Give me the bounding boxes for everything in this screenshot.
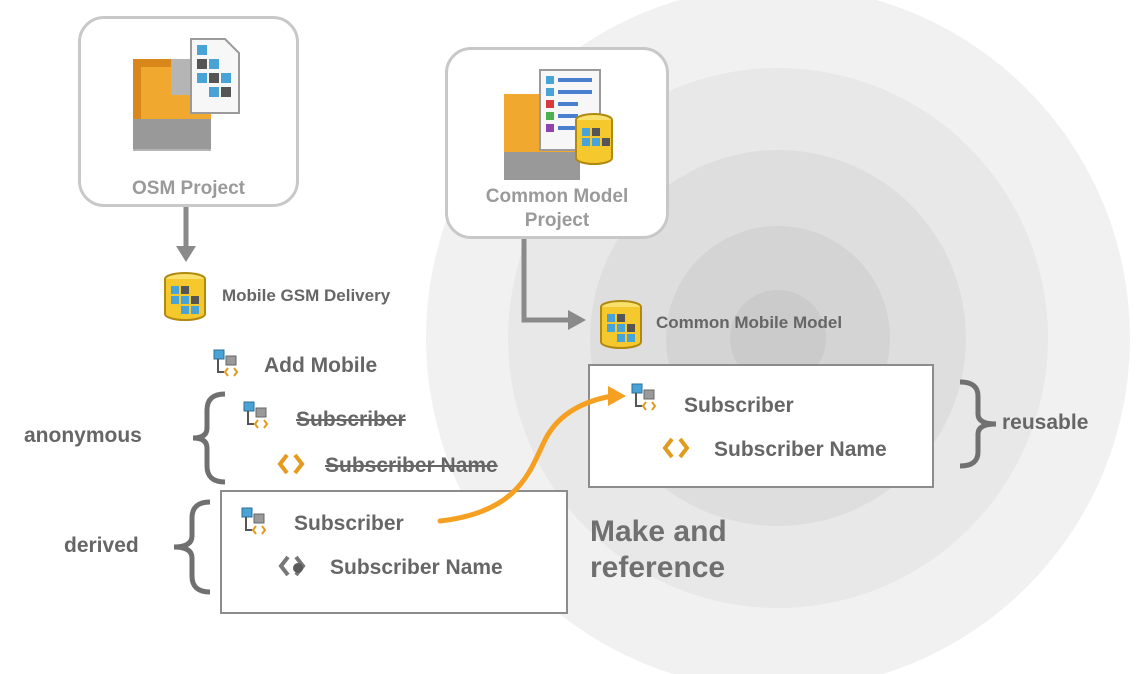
reusable-brace-label: reusable: [1002, 411, 1089, 434]
reusable-box[interactable]: Subscriber Subscriber Name: [588, 364, 934, 488]
derived-box[interactable]: Subscriber Subscriber Name: [220, 490, 568, 614]
osm-project-label: OSM Project: [132, 178, 245, 199]
common-model-project-card[interactable]: Common Model Project: [445, 47, 669, 239]
structure-icon: [213, 349, 239, 377]
anonymous-brace-label: anonymous: [24, 424, 142, 447]
reusable-subscriber-name-label: Subscriber Name: [714, 438, 887, 461]
common-model-project-label-line2: Project: [524, 210, 590, 231]
reusable-subscriber-label: Subscriber: [684, 394, 794, 417]
derived-subscriber-name-label: Subscriber Name: [330, 556, 503, 579]
derived-element-icon: [278, 555, 306, 577]
structure-icon: [631, 383, 657, 411]
derived-subscriber-label: Subscriber: [294, 512, 404, 535]
osm-project-card[interactable]: OSM Project: [78, 16, 299, 207]
derived-brace-label: derived: [64, 534, 139, 557]
database-icon: [600, 300, 642, 349]
callout-line2: reference: [590, 551, 726, 584]
element-icon: [662, 437, 690, 459]
callout-line1: Make and: [590, 515, 727, 548]
structure-icon: [243, 401, 269, 429]
project-folder-icon: [133, 38, 240, 151]
project-model-icon: [504, 69, 613, 180]
common-model-project-label-line1: Common Model: [485, 186, 629, 207]
mobile-gsm-delivery-label: Mobile GSM Delivery: [222, 286, 391, 305]
add-mobile-label: Add Mobile: [264, 354, 378, 377]
anonymous-subscriber-name-label: Subscriber Name: [325, 454, 498, 477]
brace-derived: [173, 499, 211, 595]
brace-anonymous: [192, 391, 226, 485]
anonymous-subscriber-label: Subscriber: [296, 408, 406, 431]
database-icon: [164, 272, 206, 321]
structure-icon: [241, 507, 267, 535]
common-mobile-model-label: Common Mobile Model: [656, 313, 843, 332]
element-icon: [277, 453, 305, 475]
